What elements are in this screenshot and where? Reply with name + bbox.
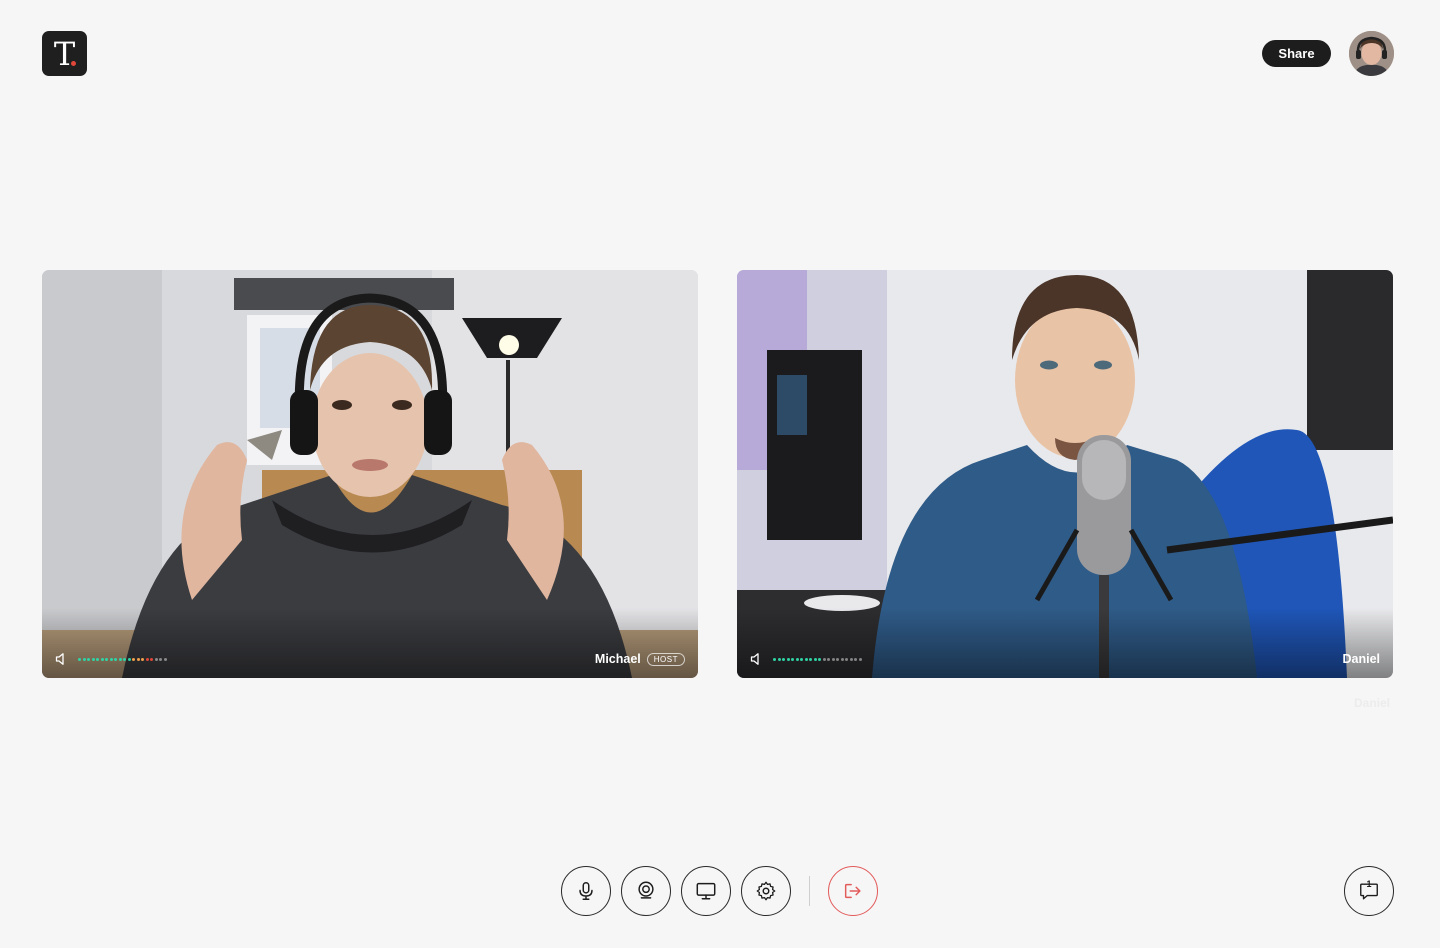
speaker-icon[interactable] — [750, 652, 764, 666]
logo-dot — [71, 61, 76, 66]
screen-share-icon — [696, 882, 716, 900]
microphone-icon — [579, 882, 593, 900]
camera-button[interactable] — [621, 866, 671, 916]
app-logo[interactable]: T — [42, 31, 87, 76]
audio-level-meter — [773, 657, 862, 661]
share-button[interactable]: Share — [1262, 40, 1331, 67]
user-avatar-image — [1349, 31, 1394, 76]
participant-name: Daniel — [1342, 652, 1380, 666]
participant-name: Michael — [594, 652, 641, 666]
leave-call-button[interactable] — [828, 866, 878, 916]
participant-label: Michael HOST — [595, 652, 685, 666]
leave-icon — [844, 883, 861, 899]
host-badge: HOST — [646, 652, 685, 666]
settings-icon — [756, 881, 776, 901]
speaker-icon[interactable] — [55, 652, 69, 666]
tile-footer: Daniel — [737, 640, 1393, 678]
video-tile-daniel[interactable]: Daniel — [737, 270, 1393, 678]
settings-button[interactable] — [741, 866, 791, 916]
screen-share-button[interactable] — [681, 866, 731, 916]
ghost-participant-label: Daniel — [1354, 696, 1391, 710]
tile-footer: Michael HOST — [42, 640, 698, 678]
video-tile-michael[interactable]: Michael HOST — [42, 270, 698, 678]
controls-divider — [809, 876, 810, 906]
camera-icon — [638, 881, 654, 899]
chat-unread-count: 1 — [1366, 879, 1372, 889]
chat-button[interactable]: 1 — [1344, 866, 1394, 916]
microphone-button[interactable] — [561, 866, 611, 916]
user-avatar[interactable] — [1349, 31, 1394, 76]
participant-label: Daniel — [1342, 652, 1380, 666]
audio-level-meter — [78, 657, 167, 661]
